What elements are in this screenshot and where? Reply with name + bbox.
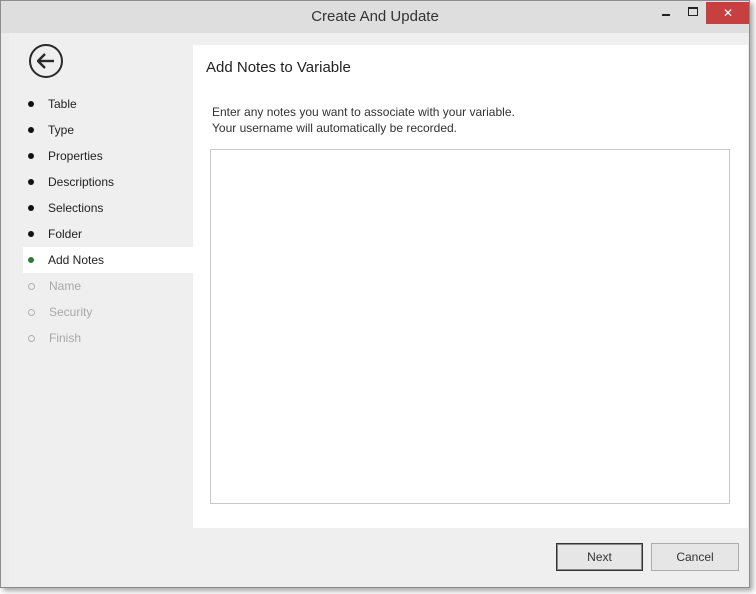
step-table[interactable]: Table xyxy=(23,91,193,117)
notes-textarea[interactable] xyxy=(210,149,730,504)
back-button[interactable] xyxy=(29,44,63,78)
step-label: Table xyxy=(48,97,77,111)
step-completed-icon xyxy=(28,153,34,159)
instruction-line: Enter any notes you want to associate wi… xyxy=(212,105,515,119)
maximize-icon xyxy=(688,7,698,16)
step-active-icon xyxy=(28,257,34,263)
step-security: Security xyxy=(23,299,193,325)
step-label: Finish xyxy=(49,331,82,345)
step-completed-icon xyxy=(28,231,34,237)
minimize-button[interactable] xyxy=(656,2,676,24)
step-pending-icon xyxy=(28,282,35,290)
window-title: Create And Update xyxy=(311,8,439,25)
step-type[interactable]: Type xyxy=(23,117,193,143)
step-completed-icon xyxy=(28,101,34,107)
minimize-icon xyxy=(662,14,670,16)
step-finish: Finish xyxy=(23,325,193,351)
close-button[interactable]: ✕ xyxy=(706,2,749,24)
step-completed-icon xyxy=(28,179,34,185)
wizard-window: Create And Update ✕ Table Type Propertie… xyxy=(0,0,750,588)
step-properties[interactable]: Properties xyxy=(23,143,193,169)
step-label: Security xyxy=(49,305,93,319)
maximize-button[interactable] xyxy=(683,2,703,24)
close-icon: ✕ xyxy=(722,6,734,20)
step-name: Name xyxy=(23,273,193,299)
content-panel: Add Notes to Variable Enter any notes yo… xyxy=(193,45,748,528)
step-pending-icon xyxy=(28,334,35,342)
cancel-button[interactable]: Cancel xyxy=(651,543,739,571)
step-label: Selections xyxy=(48,201,104,215)
wizard-body: Table Type Properties Descriptions Selec… xyxy=(9,33,748,586)
step-label: Descriptions xyxy=(48,175,115,189)
step-completed-icon xyxy=(28,127,34,133)
step-label: Properties xyxy=(48,149,103,163)
title-bar: Create And Update ✕ xyxy=(1,1,749,33)
next-button[interactable]: Next xyxy=(556,543,643,571)
back-arrow-icon xyxy=(37,53,54,69)
step-label: Name xyxy=(49,279,82,293)
step-folder[interactable]: Folder xyxy=(23,221,193,247)
step-label: Add Notes xyxy=(48,253,105,267)
step-selections[interactable]: Selections xyxy=(23,195,193,221)
step-pending-icon xyxy=(28,308,35,316)
step-add-notes[interactable]: Add Notes xyxy=(23,247,193,273)
step-label: Type xyxy=(48,123,75,137)
instruction-line: Your username will automatically be reco… xyxy=(212,121,458,135)
step-label: Folder xyxy=(48,227,83,241)
wizard-steps-nav: Table Type Properties Descriptions Selec… xyxy=(23,91,193,351)
step-completed-icon xyxy=(28,205,34,211)
page-title: Add Notes to Variable xyxy=(206,59,351,76)
instructions-text: Enter any notes you want to associate wi… xyxy=(212,104,515,136)
step-descriptions[interactable]: Descriptions xyxy=(23,169,193,195)
